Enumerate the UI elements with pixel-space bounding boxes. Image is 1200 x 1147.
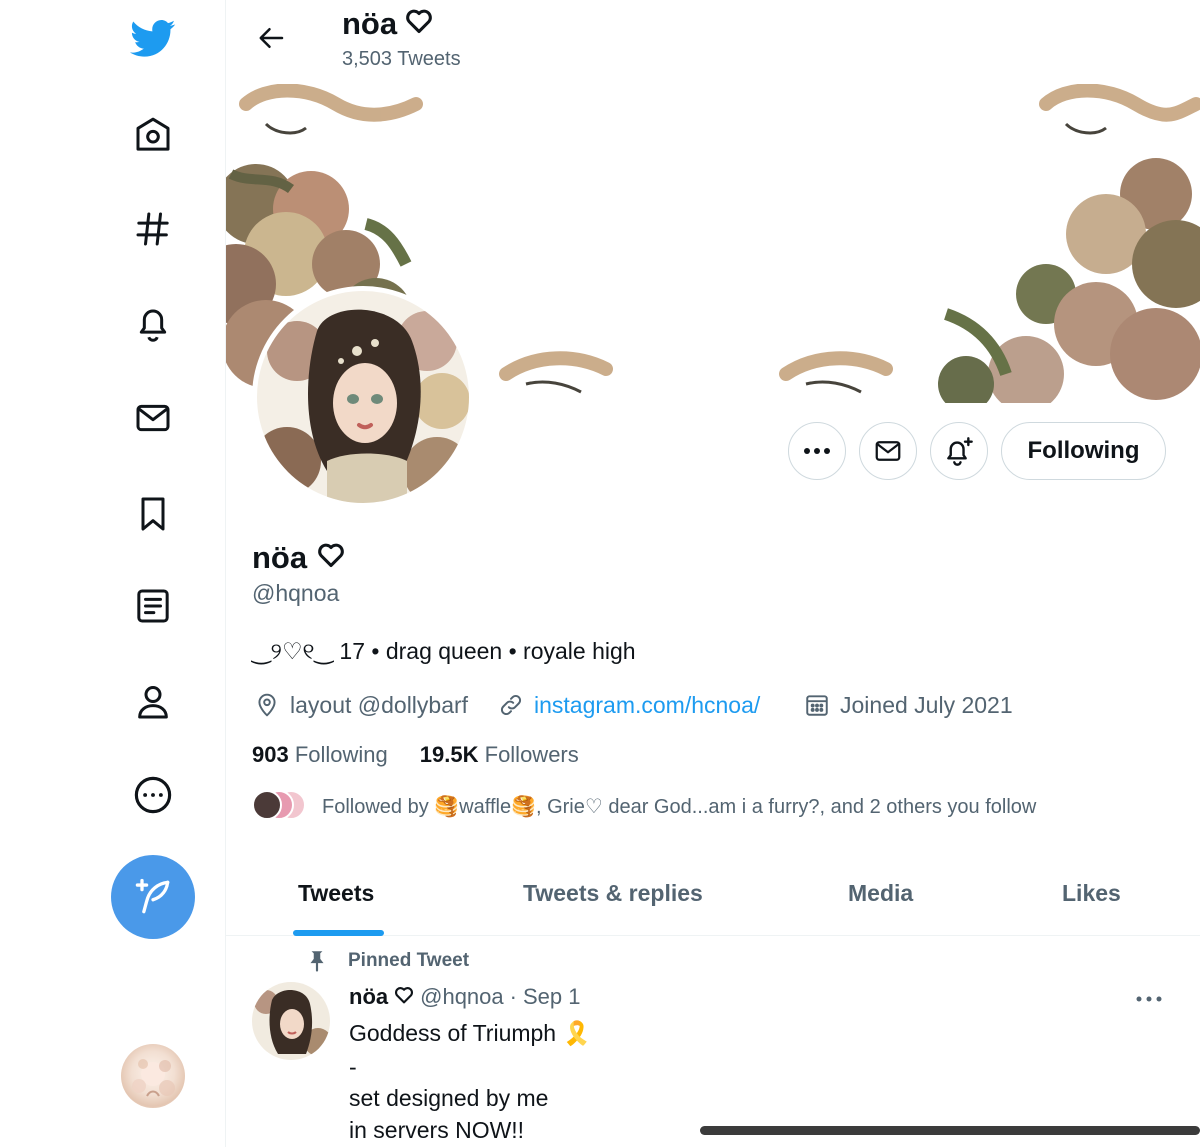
bookmark-icon[interactable] <box>130 491 176 537</box>
following-count-link[interactable]: 903 Following <box>252 742 388 768</box>
followed-by-avatars <box>252 790 308 822</box>
pin-icon <box>310 951 324 972</box>
heart-icon <box>317 540 345 576</box>
tweet-text-line: set designed by me <box>349 1085 549 1111</box>
profile-tabs: Tweets Tweets & replies Media Likes <box>226 850 1200 936</box>
profile-bio: ‿୨♡୧‿ 17 • drag queen • royale high <box>252 638 636 664</box>
more-dots-icon <box>1136 996 1162 1002</box>
profile-display-name: nöa <box>252 540 308 575</box>
tweet-text-line: in servers NOW!! <box>349 1117 525 1143</box>
location-pin-icon <box>258 693 276 717</box>
more-options-button[interactable] <box>788 422 846 480</box>
tweet-author-handle[interactable]: @hqnoa <box>420 984 504 1010</box>
pinned-text: Pinned Tweet <box>348 950 470 971</box>
tweet-avatar[interactable] <box>252 982 330 1060</box>
tweet-text-line: Goddess of Triumph 🎗️ <box>349 1020 592 1046</box>
back-button[interactable] <box>254 20 290 56</box>
twitter-bird-icon[interactable] <box>130 16 176 62</box>
location-text: layout @dollybarf <box>290 691 469 718</box>
followers-label: Followers <box>484 742 579 767</box>
joined-text: Joined July 2021 <box>840 691 1013 718</box>
message-button[interactable] <box>859 422 917 480</box>
header-tweet-count: 3,503 Tweets <box>342 48 461 70</box>
heart-icon <box>405 6 433 42</box>
profile-avatar[interactable] <box>252 286 474 508</box>
back-arrow-icon <box>259 28 284 48</box>
calendar-icon <box>806 695 828 716</box>
tab-media[interactable]: Media <box>848 850 913 936</box>
tab-tweets-replies[interactable]: Tweets & replies <box>523 850 703 936</box>
following-label: Following <box>294 742 388 767</box>
mini-avatar <box>252 790 282 820</box>
tweet-text-line: - <box>349 1054 357 1080</box>
mail-icon <box>875 441 901 461</box>
tab-tweets[interactable]: Tweets <box>298 850 374 936</box>
header-title: nöa <box>342 6 433 42</box>
hashtag-icon[interactable] <box>130 206 176 252</box>
bell-icon[interactable] <box>130 300 176 346</box>
person-icon[interactable] <box>130 679 176 725</box>
followers-count: 19.5K <box>419 742 479 767</box>
following-button[interactable]: Following <box>1001 422 1166 480</box>
followers-count-link[interactable]: 19.5K Followers <box>420 742 579 768</box>
tweet-date[interactable]: Sep 1 <box>523 984 581 1010</box>
more-circle-icon[interactable] <box>130 772 176 818</box>
bell-plus-icon <box>947 437 973 466</box>
website-link[interactable]: instagram.com/hcnoa/ <box>534 692 760 719</box>
active-tab-indicator <box>293 930 384 936</box>
followed-by-text: Followed by 🥞waffle🥞, Grie♡ dear God...a… <box>322 795 1037 818</box>
tweet-separator: · <box>509 984 517 1009</box>
heart-icon <box>394 984 414 1010</box>
mail-icon[interactable] <box>130 395 176 441</box>
home-indicator-bar <box>700 1126 1200 1135</box>
profile-website[interactable]: instagram.com/hcnoa/ <box>498 688 760 722</box>
follow-counts: 903 Following 19.5K Followers <box>252 742 579 768</box>
tweet-header: nöa @hqnoa · Sep 1 <box>349 984 580 1010</box>
compose-feather-icon <box>135 878 170 914</box>
following-count: 903 <box>252 742 289 767</box>
profile-name: nöa <box>252 540 345 576</box>
pinned-label: Pinned Tweet <box>304 948 469 974</box>
profile-handle: @hqnoa <box>252 580 340 606</box>
account-avatar[interactable] <box>121 1044 185 1108</box>
more-dots-icon <box>804 448 830 454</box>
list-icon[interactable] <box>130 583 176 629</box>
tweet-author-name[interactable]: nöa <box>349 984 388 1010</box>
notify-button[interactable] <box>930 422 988 480</box>
profile-location: layout @dollybarf <box>254 688 468 722</box>
link-icon <box>500 694 522 716</box>
tab-likes[interactable]: Likes <box>1062 850 1121 936</box>
tweet-more-button[interactable] <box>1134 984 1164 1014</box>
compose-button[interactable] <box>111 855 195 939</box>
profile-main: nöa 3,503 Tweets Following nöa @hqnoa ‿୨… <box>226 0 1200 1147</box>
header-name: nöa <box>342 6 398 41</box>
home-icon[interactable] <box>130 112 176 158</box>
sidebar-nav <box>0 0 226 1147</box>
profile-joined: Joined July 2021 <box>804 688 1013 722</box>
followed-by-row[interactable]: Followed by 🥞waffle🥞, Grie♡ dear God...a… <box>252 790 1036 822</box>
